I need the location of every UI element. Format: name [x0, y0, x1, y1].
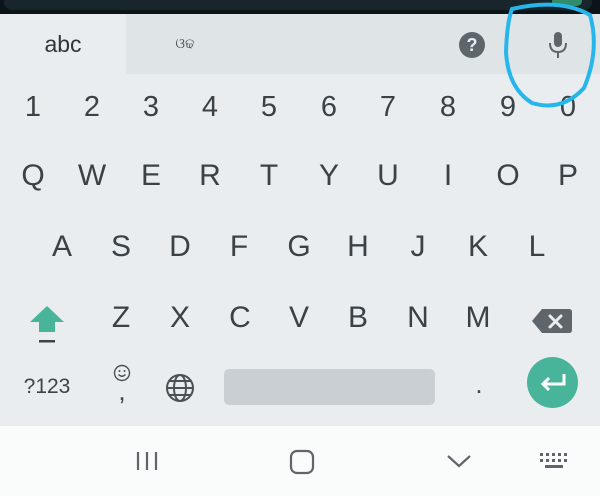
key-r[interactable]: R: [185, 151, 235, 201]
backspace-key[interactable]: [531, 306, 573, 336]
status-strip: [0, 0, 600, 14]
key-p[interactable]: P: [543, 151, 593, 201]
key-s[interactable]: S: [96, 222, 146, 272]
key-h[interactable]: H: [333, 222, 383, 272]
key-7[interactable]: 7: [363, 82, 413, 132]
shift-key[interactable]: [26, 302, 68, 348]
navigation-bar: [0, 426, 600, 496]
keyboard-hide-icon[interactable]: [539, 452, 569, 470]
key-1[interactable]: 1: [8, 82, 58, 132]
comma-label: ,: [118, 376, 126, 406]
key-g[interactable]: G: [274, 222, 324, 272]
key-w[interactable]: W: [67, 151, 117, 201]
key-i[interactable]: I: [423, 151, 473, 201]
back-icon[interactable]: [446, 453, 472, 469]
key-t[interactable]: T: [244, 151, 294, 201]
key-o[interactable]: O: [483, 151, 533, 201]
recent-apps-icon[interactable]: [134, 450, 160, 472]
help-icon[interactable]: ?: [458, 31, 486, 59]
key-e[interactable]: E: [126, 151, 176, 201]
globe-icon[interactable]: [163, 371, 197, 405]
enter-key[interactable]: [527, 357, 578, 408]
green-indicator: [552, 0, 582, 6]
mic-icon[interactable]: [547, 31, 569, 59]
key-f[interactable]: F: [214, 222, 264, 272]
key-4[interactable]: 4: [185, 82, 235, 132]
key-d[interactable]: D: [155, 222, 205, 272]
key-m[interactable]: M: [453, 293, 503, 343]
key-l[interactable]: L: [512, 222, 562, 272]
key-v[interactable]: V: [274, 293, 324, 343]
key-a[interactable]: A: [37, 222, 87, 272]
notification-pill: [4, 0, 592, 10]
tab-odia[interactable]: ଓଢ: [160, 28, 210, 58]
key-c[interactable]: C: [215, 293, 265, 343]
symbols-key[interactable]: ?123: [14, 372, 80, 402]
key-b[interactable]: B: [333, 293, 383, 343]
svg-text:?: ?: [467, 35, 478, 55]
key-5[interactable]: 5: [244, 82, 294, 132]
key-3[interactable]: 3: [126, 82, 176, 132]
key-j[interactable]: J: [393, 222, 443, 272]
key-6[interactable]: 6: [304, 82, 354, 132]
enter-icon: [540, 373, 565, 391]
period-key[interactable]: .: [462, 366, 496, 402]
key-z[interactable]: Z: [96, 293, 146, 343]
tab-abc[interactable]: abc: [0, 14, 126, 74]
key-q[interactable]: Q: [8, 151, 58, 201]
home-icon[interactable]: [289, 449, 315, 475]
key-k[interactable]: K: [453, 222, 503, 272]
key-0[interactable]: 0: [543, 82, 593, 132]
space-key[interactable]: [224, 369, 435, 405]
key-u[interactable]: U: [363, 151, 413, 201]
key-x[interactable]: X: [155, 293, 205, 343]
key-8[interactable]: 8: [423, 82, 473, 132]
key-n[interactable]: N: [393, 293, 443, 343]
key-y[interactable]: Y: [304, 151, 354, 201]
key-2[interactable]: 2: [67, 82, 117, 132]
key-9[interactable]: 9: [483, 82, 533, 132]
emoji-comma-key[interactable]: ,: [104, 362, 140, 408]
